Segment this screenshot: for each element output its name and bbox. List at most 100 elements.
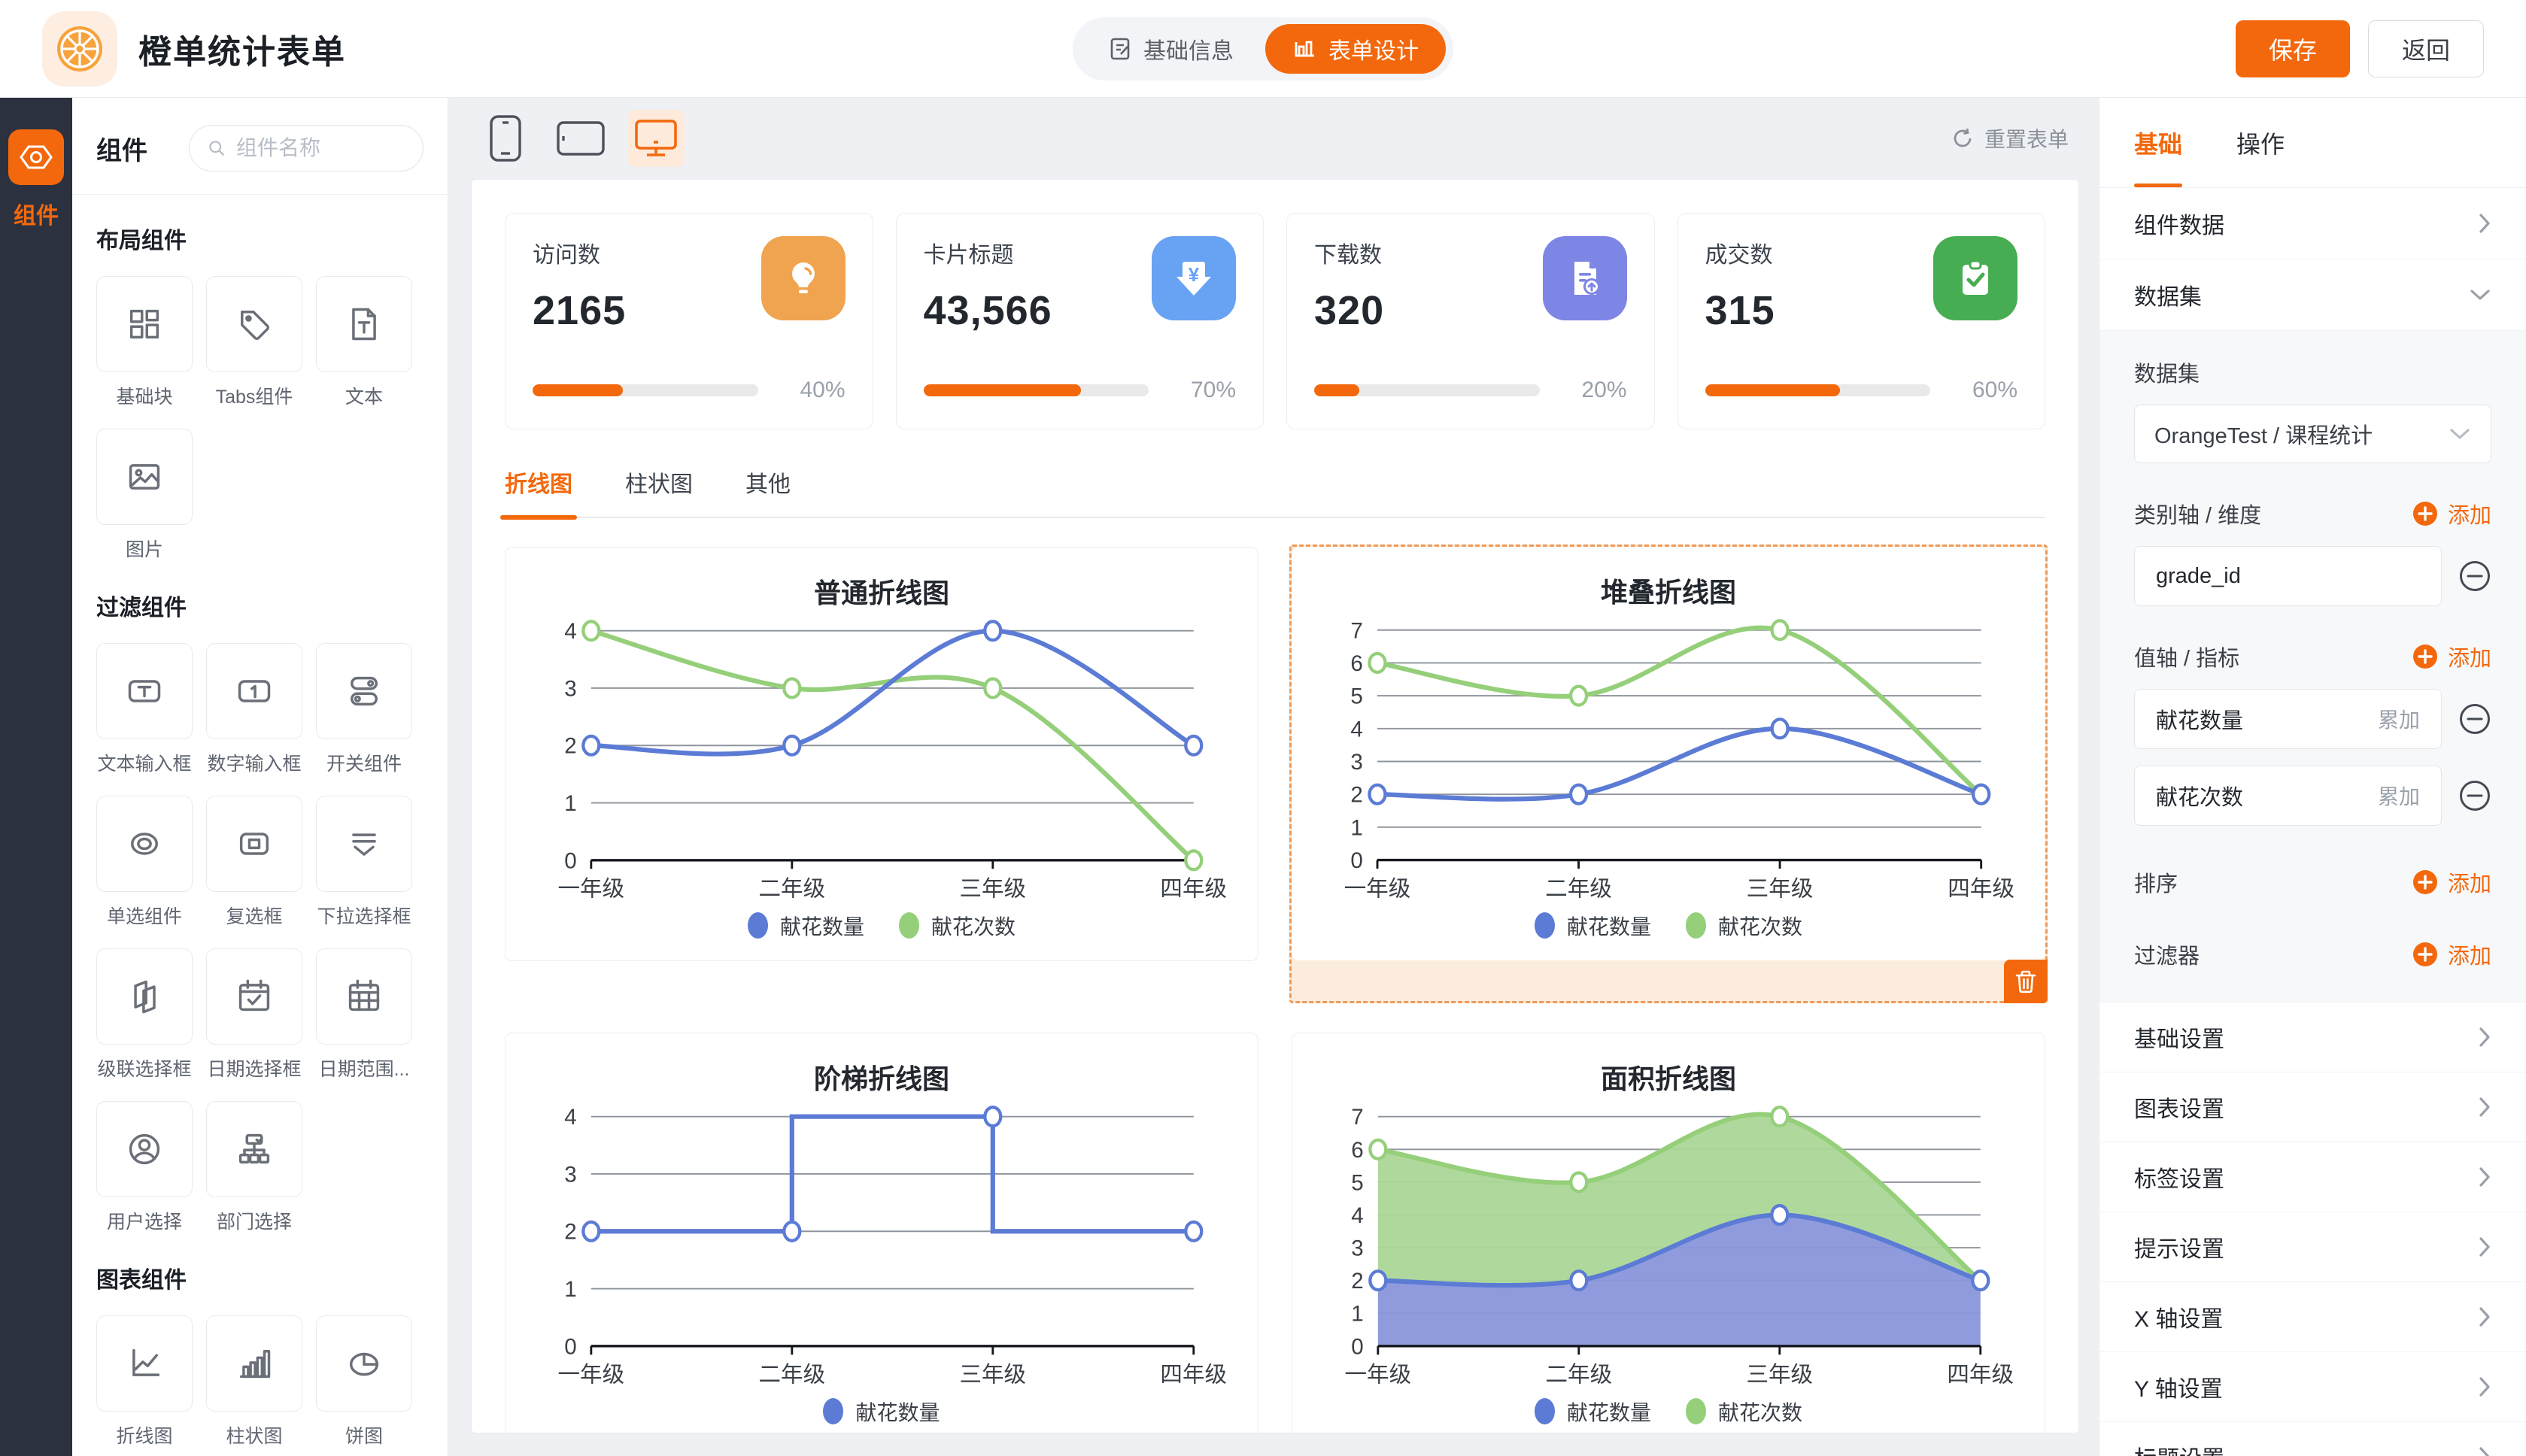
stat-card[interactable]: 访问数 2165 40%: [505, 213, 873, 429]
svg-text:二年级: 二年级: [1545, 876, 1612, 901]
stat-card[interactable]: 卡片标题 43,566 ¥ 70%: [896, 213, 1265, 429]
settings-row-collapsed-1[interactable]: 图表设置: [2099, 1072, 2526, 1142]
component-item-label: 下拉选择框: [316, 902, 412, 929]
stat-card[interactable]: 下载数 320 20%: [1286, 213, 1655, 429]
chart-tab-3[interactable]: 其他: [745, 466, 791, 517]
add-button[interactable]: 添加: [2412, 498, 2491, 529]
clipboard-check-icon: [1952, 255, 1999, 302]
component-item-dept[interactable]: 部门选择: [206, 1101, 302, 1234]
component-item-switch[interactable]: 开关组件: [316, 643, 412, 776]
stat-card-value: 320: [1314, 287, 1384, 334]
svg-text:6: 6: [1350, 651, 1362, 676]
svg-text:2: 2: [564, 1219, 576, 1244]
component-item-label: 数字输入框: [206, 749, 302, 776]
component-item-label: Tabs组件: [206, 382, 302, 409]
component-search-input[interactable]: [236, 136, 405, 160]
component-item-doc-text[interactable]: 文本: [316, 276, 412, 409]
add-button[interactable]: 添加: [2412, 939, 2491, 970]
yen-download-icon: ¥: [1170, 254, 1218, 302]
settings-row-collapsed-3[interactable]: 提示设置: [2099, 1212, 2526, 1282]
field-chip[interactable]: 献花次数 累加: [2134, 766, 2442, 826]
stat-card[interactable]: 成交数 315 60%: [1677, 213, 2046, 429]
component-item-date-range[interactable]: 日期范围...: [316, 948, 412, 1081]
component-item-tag[interactable]: Tabs组件: [206, 276, 302, 409]
component-search[interactable]: [189, 125, 424, 171]
component-item-label: 用户选择: [96, 1207, 193, 1234]
settings-row-collapsed-0[interactable]: 基础设置: [2099, 1003, 2526, 1072]
component-item-user[interactable]: 用户选择: [96, 1101, 193, 1234]
device-toggle: [477, 110, 685, 167]
hexagon-icon: [19, 140, 53, 174]
stat-progress-track: [1705, 384, 1931, 396]
svg-text:4: 4: [1351, 1203, 1363, 1228]
chart-widget-4[interactable]: 面积折线图 01234567一年级二年级三年级四年级 献花数量献花次数: [1292, 1033, 2045, 1433]
remove-field-button[interactable]: [2458, 779, 2491, 812]
chart-widget-2[interactable]: 堆叠折线图 01234567一年级二年级三年级四年级 献花数量献花次数: [1289, 544, 2048, 1003]
settings-row-dataset[interactable]: 数据集: [2099, 259, 2526, 331]
chart-widget-3[interactable]: 阶梯折线图 01234一年级二年级三年级四年级 献花数量: [505, 1033, 1258, 1433]
settings-row-collapsed-2[interactable]: 标签设置: [2099, 1142, 2526, 1212]
stat-card-value: 315: [1705, 287, 1775, 334]
delete-widget-button[interactable]: [2004, 960, 2048, 1003]
chart-tab-1[interactable]: 折线图: [505, 466, 572, 517]
component-item-cascader[interactable]: 级联选择框: [96, 948, 193, 1081]
component-item-pie-chart[interactable]: 饼图: [316, 1315, 412, 1448]
component-item-bar-chart[interactable]: 柱状图: [206, 1315, 302, 1448]
legend-item[interactable]: 献花数量: [823, 1397, 940, 1427]
remove-field-button[interactable]: [2458, 702, 2491, 736]
aggregation-tag[interactable]: 累加: [2378, 704, 2420, 734]
legend-item[interactable]: 献花次数: [899, 911, 1016, 941]
aggregation-tag[interactable]: 累加: [2378, 781, 2420, 811]
add-icon: [2412, 643, 2439, 670]
settings-row-collapsed-6[interactable]: 标题设置: [2099, 1422, 2526, 1456]
svg-text:二年级: 二年级: [1545, 1362, 1612, 1387]
settings-tab-actions[interactable]: 操作: [2236, 98, 2285, 187]
tab-basic-info[interactable]: 基础信息: [1080, 24, 1261, 74]
component-item-image[interactable]: 图片: [96, 429, 193, 562]
legend-item[interactable]: 献花次数: [1686, 911, 1802, 941]
svg-text:0: 0: [1350, 848, 1362, 873]
settings-row-component-data[interactable]: 组件数据: [2099, 188, 2526, 259]
dataset-select[interactable]: OrangeTest / 课程统计: [2134, 405, 2491, 463]
component-item-select[interactable]: 下拉选择框: [316, 796, 412, 929]
stat-progress-track: [924, 384, 1149, 396]
device-phone-button[interactable]: [477, 110, 534, 167]
field-chip[interactable]: 献花数量 累加: [2134, 689, 2442, 749]
component-item-label: 级联选择框: [96, 1054, 193, 1081]
add-button[interactable]: 添加: [2412, 641, 2491, 672]
component-item-input-text[interactable]: 文本输入框: [96, 643, 193, 776]
save-button[interactable]: 保存: [2236, 20, 2350, 77]
component-item-radio[interactable]: 单选组件: [96, 796, 193, 929]
settings-tab-basic[interactable]: 基础: [2134, 98, 2182, 187]
settings-row-collapsed-4[interactable]: X 轴设置: [2099, 1282, 2526, 1352]
bar-chart-icon: [1292, 36, 1318, 62]
component-item-date[interactable]: 日期选择框: [206, 948, 302, 1081]
chart-widget-1[interactable]: 普通折线图 01234一年级二年级三年级四年级 献花数量献花次数: [505, 547, 1258, 1001]
remove-field-button[interactable]: [2458, 560, 2491, 593]
legend-item[interactable]: 献花数量: [748, 911, 864, 941]
svg-text:0: 0: [564, 1334, 576, 1359]
chart-tab-2[interactable]: 柱状图: [625, 466, 693, 517]
chevron-down-icon: [2469, 288, 2491, 302]
component-item-input-number[interactable]: 数字输入框: [206, 643, 302, 776]
svg-text:1: 1: [1350, 815, 1362, 840]
app-logo: [42, 11, 117, 86]
add-button[interactable]: 添加: [2412, 866, 2491, 898]
trash-icon: [2014, 969, 2037, 993]
back-button[interactable]: 返回: [2368, 20, 2484, 77]
component-item-blocks[interactable]: 基础块: [96, 276, 193, 409]
field-chip[interactable]: grade_id: [2134, 546, 2442, 606]
legend-item[interactable]: 献花数量: [1535, 911, 1651, 941]
reset-form-button[interactable]: 重置表单: [1951, 123, 2069, 153]
legend-item[interactable]: 献花次数: [1686, 1397, 1802, 1427]
tab-form-design[interactable]: 表单设计: [1265, 24, 1446, 74]
component-item-checkbox[interactable]: 复选框: [206, 796, 302, 929]
component-item-line-chart[interactable]: 折线图: [96, 1315, 193, 1448]
settings-row-collapsed-5[interactable]: Y 轴设置: [2099, 1352, 2526, 1422]
device-desktop-button[interactable]: [627, 110, 685, 167]
input-text-icon: [125, 672, 164, 711]
rail-item-components[interactable]: [8, 129, 64, 185]
device-tablet-button[interactable]: [552, 110, 609, 167]
cascader-icon: [125, 977, 164, 1016]
legend-item[interactable]: 献花数量: [1535, 1397, 1651, 1427]
